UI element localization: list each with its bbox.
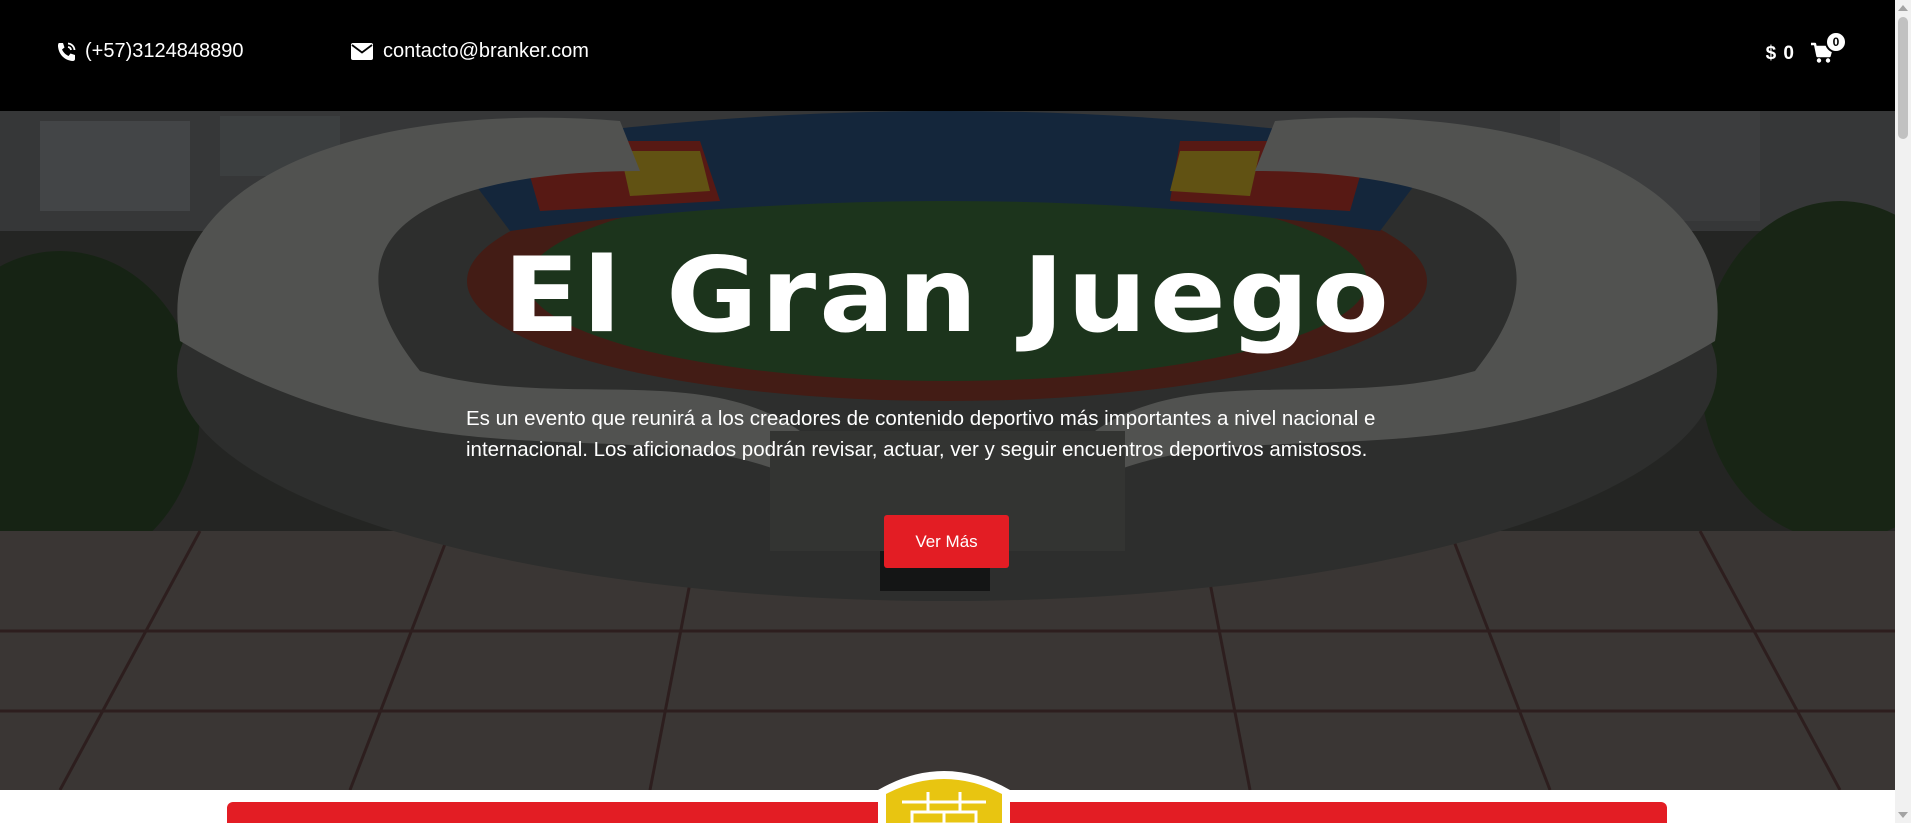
crest-logo-icon (878, 771, 1010, 823)
phone-icon (55, 41, 79, 63)
cart-button[interactable]: 0 (1811, 31, 1847, 68)
email-address: contacto@branker.com (383, 40, 589, 62)
email-contact[interactable]: contacto@branker.com (351, 40, 589, 63)
phone-contact[interactable]: (+57)3124848890 (55, 40, 243, 63)
cart-total: $ 0 (1765, 43, 1795, 64)
hero-section: El Gran Juego Es un evento que reunirá a… (0, 111, 1895, 790)
scroll-down-arrow-icon[interactable] (1898, 812, 1908, 818)
cart-area: $ 0 0 (1765, 31, 1847, 68)
envelope-icon (351, 43, 373, 60)
top-bar: (+57)3124848890 contacto@branker.com $ 0… (0, 0, 1895, 111)
page-scrollbar[interactable] (1895, 0, 1911, 823)
cart-icon (1811, 42, 1834, 68)
scroll-up-arrow-icon[interactable] (1898, 5, 1908, 11)
hero-description: Es un evento que reunirá a los creadores… (466, 407, 1376, 461)
hero-title: El Gran Juego (503, 236, 1392, 356)
ver-mas-button[interactable]: Ver Más (884, 515, 1009, 568)
phone-number: (+57)3124848890 (85, 40, 244, 62)
scrollbar-thumb[interactable] (1898, 17, 1908, 139)
cart-count-badge: 0 (1825, 31, 1847, 53)
